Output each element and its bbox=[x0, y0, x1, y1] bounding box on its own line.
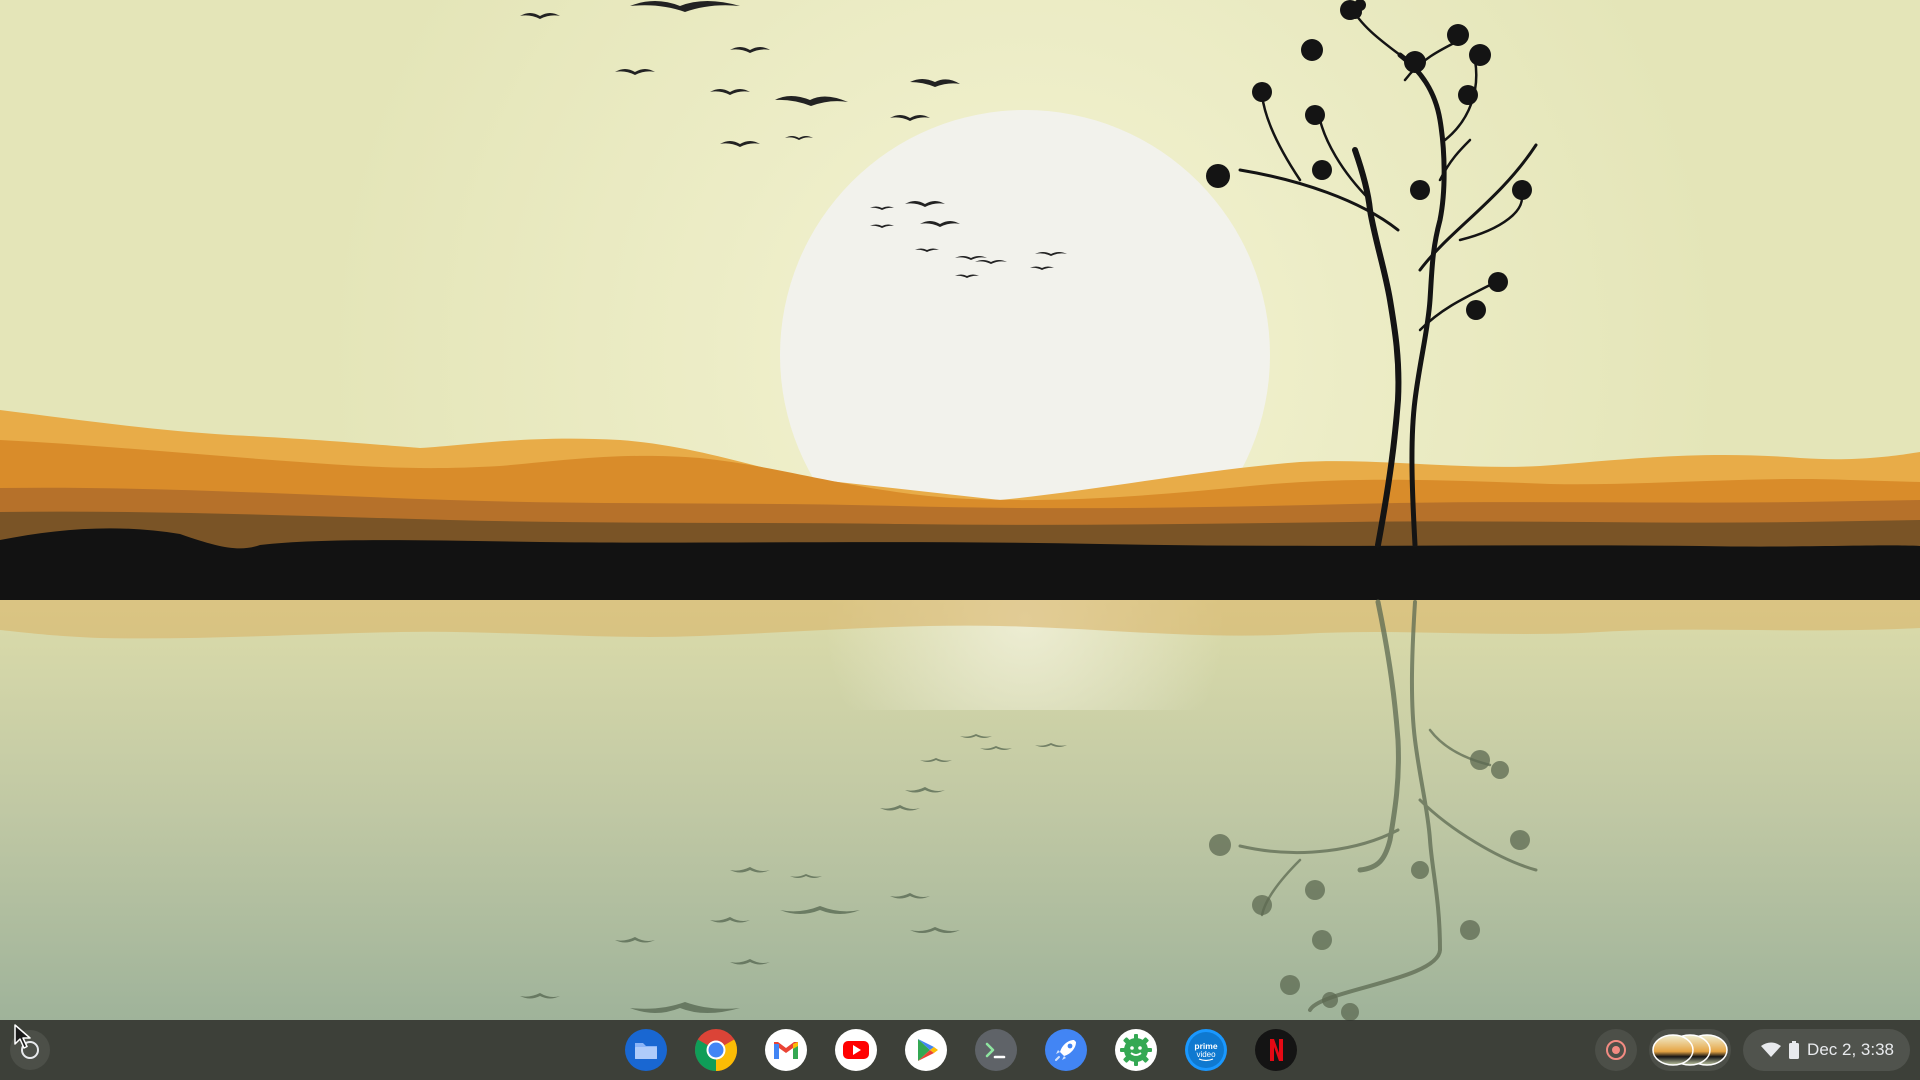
shelf-app-android[interactable] bbox=[1113, 1027, 1159, 1073]
youtube-icon bbox=[835, 1029, 877, 1071]
prime-video-icon: prime video bbox=[1185, 1029, 1227, 1071]
rocket-icon bbox=[1045, 1029, 1087, 1071]
svg-text:video: video bbox=[1196, 1050, 1216, 1059]
shelf-app-netflix[interactable] bbox=[1253, 1027, 1299, 1073]
shelf-app-youtube[interactable] bbox=[833, 1027, 879, 1073]
screen-record-icon bbox=[1606, 1040, 1627, 1060]
wallpaper bbox=[0, 0, 1920, 1021]
chrome-icon bbox=[694, 1029, 738, 1071]
desktop: prime video Dec 2, 3:38 bbox=[0, 0, 1920, 1080]
status-area-button[interactable]: Dec 2, 3:38 bbox=[1743, 1029, 1910, 1071]
holding-space-thumbnails-icon bbox=[1652, 1034, 1728, 1066]
status-tray: Dec 2, 3:38 bbox=[1595, 1028, 1910, 1072]
shelf-app-chrome[interactable] bbox=[693, 1027, 739, 1073]
shelf-app-play-store[interactable] bbox=[903, 1027, 949, 1073]
netflix-icon bbox=[1255, 1029, 1297, 1071]
holding-space-button[interactable] bbox=[1649, 1029, 1732, 1071]
shelf: prime video Dec 2, 3:38 bbox=[0, 1020, 1920, 1080]
android-gear-icon bbox=[1115, 1029, 1157, 1071]
screen-record-button[interactable] bbox=[1595, 1029, 1638, 1071]
shelf-app-explore[interactable] bbox=[1043, 1027, 1089, 1073]
date-time: Dec 2, 3:38 bbox=[1807, 1040, 1894, 1059]
shelf-app-gmail[interactable] bbox=[763, 1027, 809, 1073]
gmail-icon bbox=[765, 1029, 807, 1071]
folder-icon bbox=[625, 1029, 667, 1071]
shelf-app-terminal[interactable] bbox=[973, 1027, 1019, 1073]
wifi-icon bbox=[1761, 1042, 1782, 1057]
mouse-pointer-icon bbox=[14, 1024, 31, 1049]
shelf-apps: prime video bbox=[623, 1027, 1299, 1073]
shelf-app-prime-video[interactable]: prime video bbox=[1183, 1027, 1229, 1073]
terminal-icon bbox=[975, 1029, 1017, 1071]
shelf-app-files[interactable] bbox=[623, 1027, 669, 1073]
battery-icon bbox=[1789, 1041, 1800, 1059]
play-store-icon bbox=[905, 1029, 947, 1071]
